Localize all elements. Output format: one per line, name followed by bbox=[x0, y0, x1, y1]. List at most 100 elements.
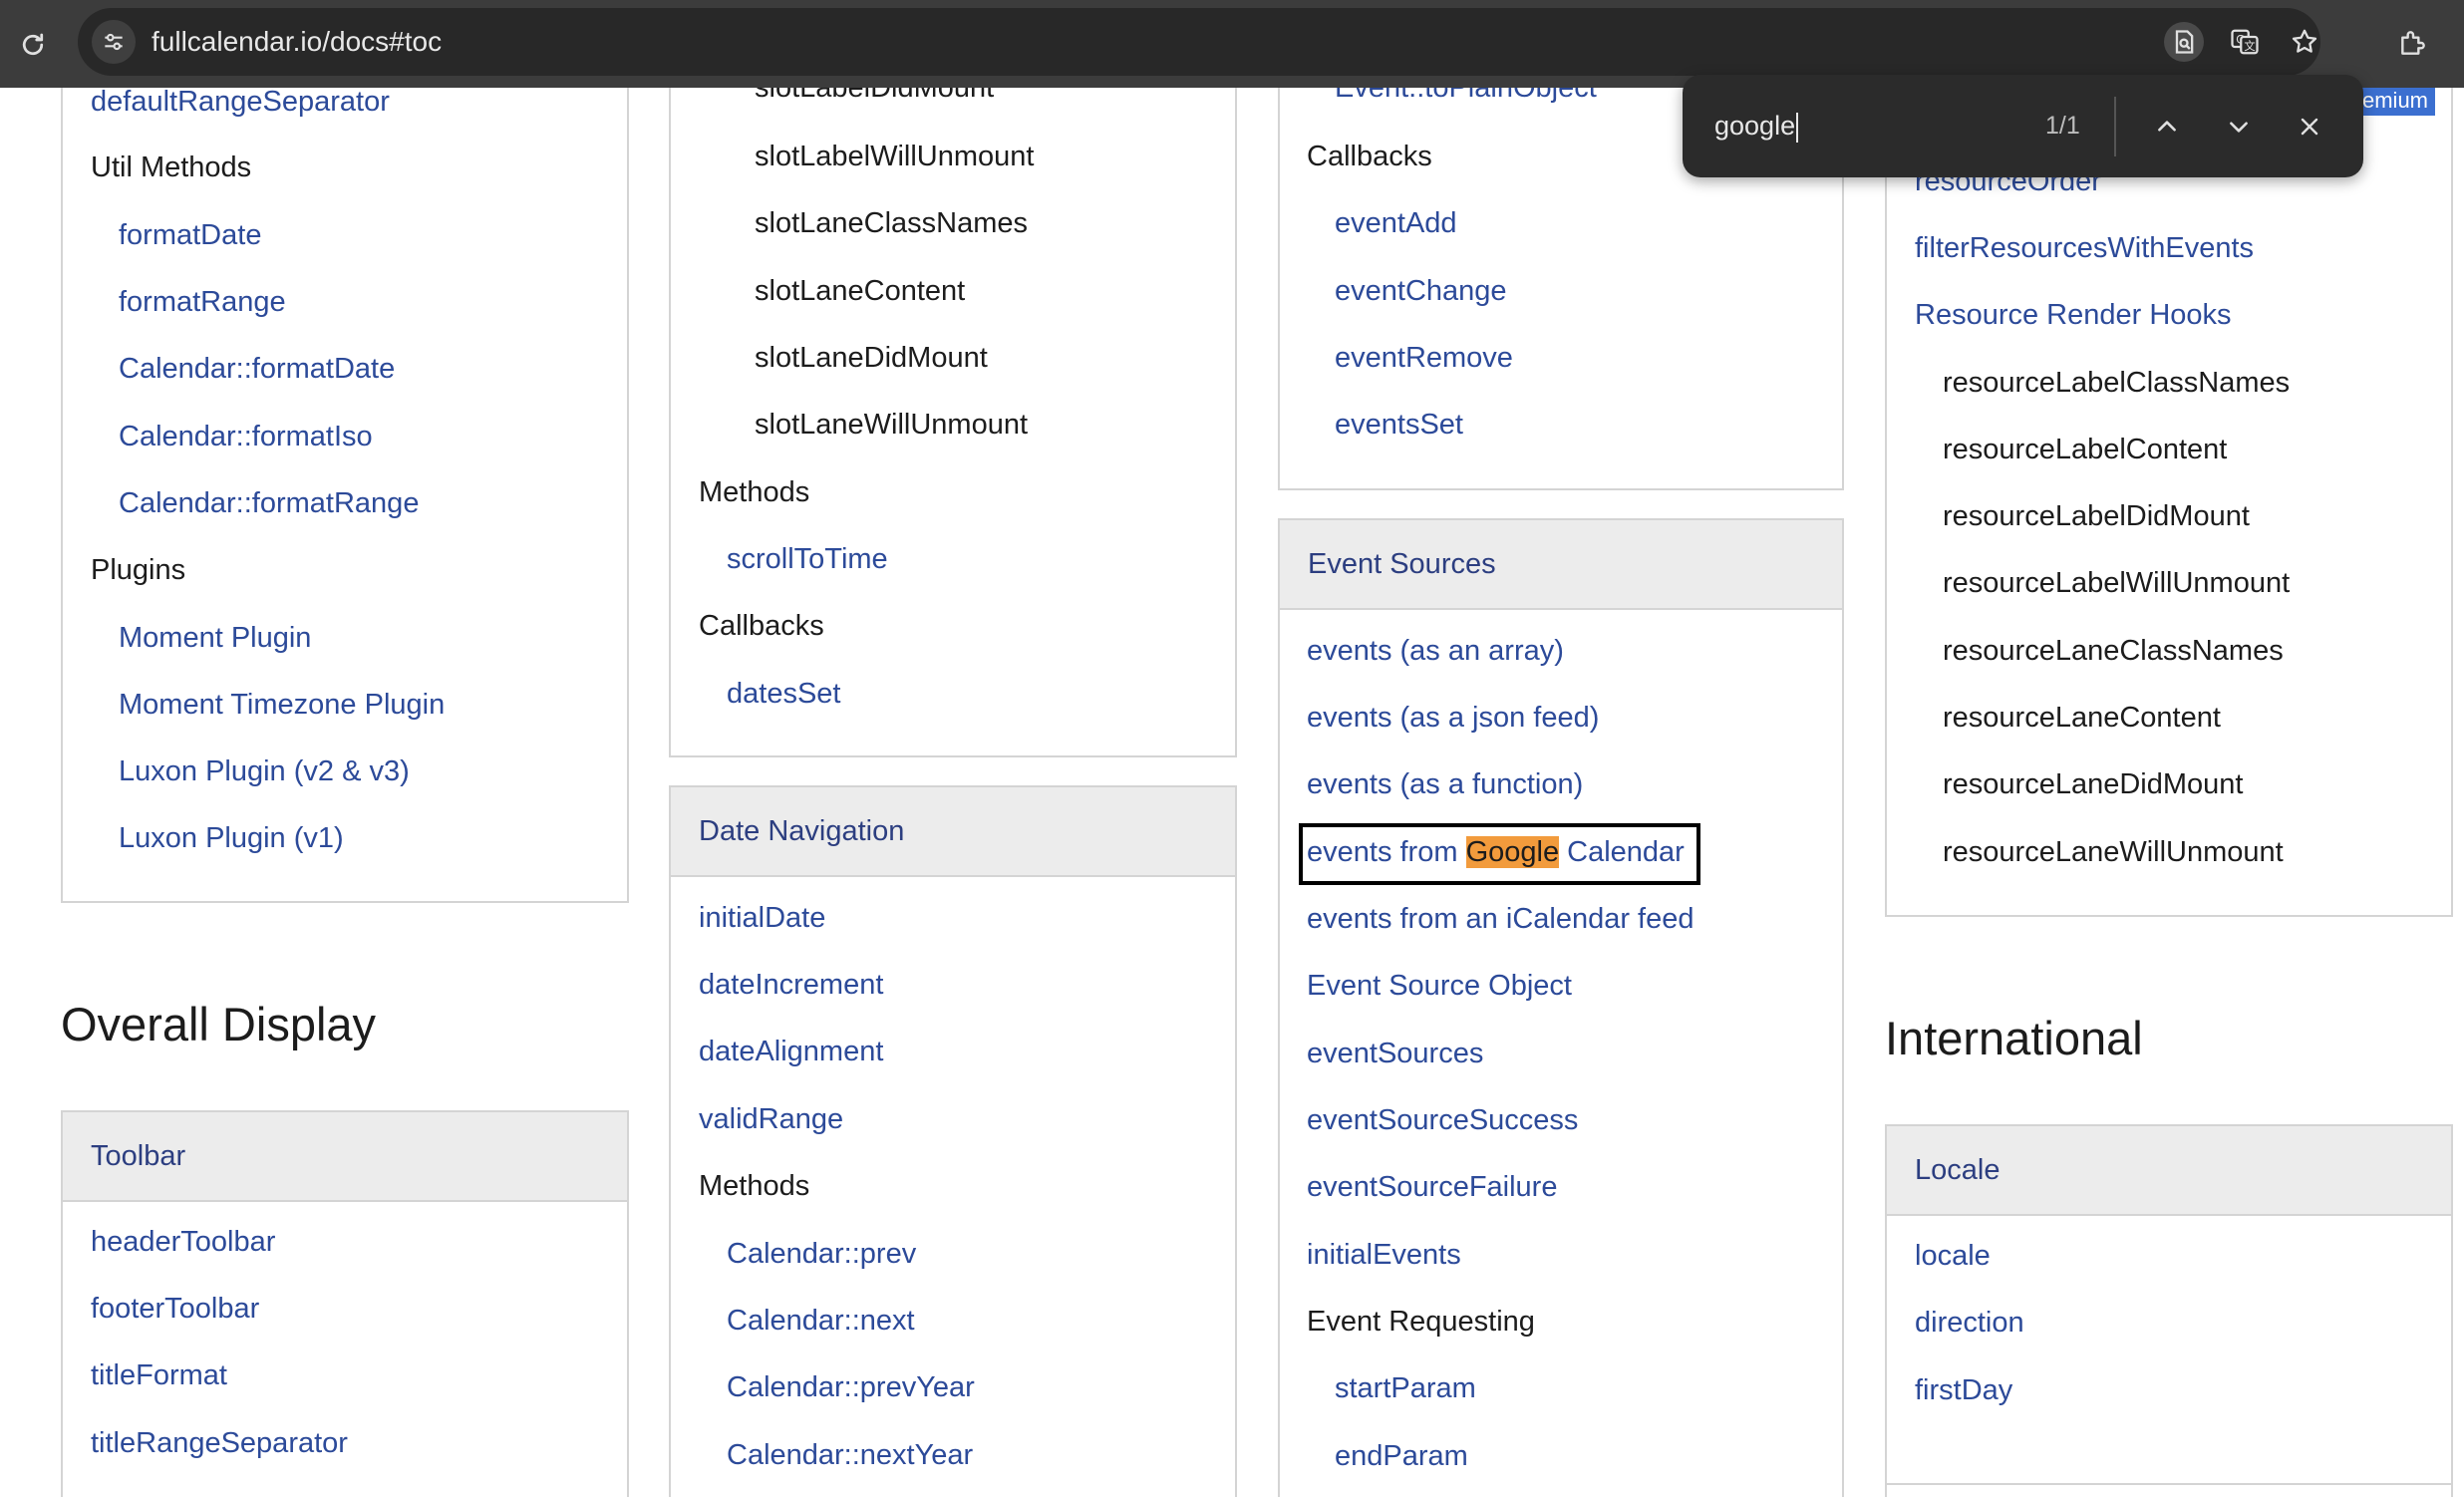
next-card bbox=[1885, 1483, 2453, 1497]
toc-link[interactable]: locale bbox=[1915, 1236, 1991, 1276]
card-header: Event Sources bbox=[1280, 520, 1842, 610]
toc-link[interactable]: headerToolbar bbox=[91, 1222, 275, 1262]
toc-link[interactable]: resourceLaneWillUnmount bbox=[1943, 832, 2284, 872]
card-title[interactable]: Event Sources bbox=[1308, 520, 1496, 608]
toc-link[interactable]: eventsSet bbox=[1335, 405, 1463, 445]
toc-link[interactable]: resourceLabelWillUnmount bbox=[1943, 563, 2290, 603]
toc-link[interactable]: formatDate bbox=[119, 215, 261, 255]
tune-icon[interactable] bbox=[92, 20, 136, 64]
toc-category: Callbacks bbox=[699, 610, 824, 642]
toc-link[interactable]: direction bbox=[1915, 1303, 2024, 1343]
toc-link[interactable]: initialEvents bbox=[1307, 1235, 1461, 1275]
section-title-overall-display: Overall Display bbox=[61, 998, 377, 1050]
toc-link[interactable]: Event::toPlainObject bbox=[1335, 88, 1597, 108]
toc-link[interactable]: eventSources bbox=[1307, 1034, 1483, 1073]
toc-link[interactable]: events (as a json feed) bbox=[1307, 698, 1599, 738]
card-title[interactable]: Date Navigation bbox=[699, 787, 904, 875]
toc-category: Methods bbox=[699, 476, 810, 508]
address-bar[interactable]: fullcalendar.io/docs#toc G文 bbox=[78, 8, 2320, 76]
toc-link[interactable]: Luxon Plugin (v1) bbox=[119, 818, 344, 858]
toc-link[interactable]: Event Source Object bbox=[1307, 966, 1572, 1006]
divider bbox=[2114, 97, 2116, 156]
toc-category: Event Requesting bbox=[1307, 1306, 1535, 1338]
translate-icon[interactable]: G文 bbox=[2225, 22, 2265, 62]
find-input[interactable]: google bbox=[1714, 75, 1799, 177]
toc-link[interactable]: Calendar::nextYear bbox=[727, 1435, 973, 1475]
toc-link[interactable]: Luxon Plugin (v2 & v3) bbox=[119, 751, 410, 791]
card-header: Toolbar bbox=[63, 1112, 627, 1202]
find-highlight: Google bbox=[1465, 836, 1560, 868]
toc-category: Callbacks bbox=[1307, 141, 1432, 172]
toc-link[interactable]: Calendar::formatRange bbox=[119, 483, 419, 523]
find-match-count: 1/1 bbox=[2045, 112, 2080, 140]
toc-link[interactable]: resourceLaneContent bbox=[1943, 698, 2221, 738]
toc-link[interactable]: validRange bbox=[699, 1099, 843, 1139]
toc-link[interactable]: scrollToTime bbox=[727, 539, 888, 579]
toc-link[interactable]: resourceLabelContent bbox=[1943, 430, 2227, 469]
toc-link[interactable]: datesSet bbox=[727, 674, 840, 714]
toc-link[interactable]: endParam bbox=[1335, 1436, 1468, 1476]
toc-link[interactable]: eventSourceSuccess bbox=[1307, 1100, 1578, 1140]
docs-content: defaultRangeSeparator Util Methods forma… bbox=[0, 88, 2464, 1497]
toc-category: Plugins bbox=[91, 554, 186, 586]
url-text[interactable]: fullcalendar.io/docs#toc bbox=[152, 8, 442, 76]
section-title-international: International bbox=[1885, 1012, 2143, 1064]
toc-link[interactable]: titleFormat bbox=[91, 1355, 227, 1395]
toc-link[interactable]: titleRangeSeparator bbox=[91, 1423, 348, 1463]
toc-link[interactable]: resourceLaneDidMount bbox=[1943, 764, 2243, 804]
toc-link[interactable]: Moment Plugin bbox=[119, 618, 311, 658]
toc-link[interactable]: slotLaneContent bbox=[755, 271, 965, 311]
toc-link[interactable]: dateAlignment bbox=[699, 1032, 883, 1071]
toc-link[interactable]: slotLaneClassNames bbox=[755, 203, 1028, 243]
toc-link[interactable]: eventAdd bbox=[1335, 203, 1457, 243]
toc-link[interactable]: initialDate bbox=[699, 898, 825, 938]
card-header: Locale bbox=[1887, 1126, 2451, 1216]
toc-link[interactable]: filterResourcesWithEvents bbox=[1915, 228, 2254, 268]
toc-link[interactable]: events (as a function) bbox=[1307, 764, 1583, 804]
toc-link[interactable]: slotLaneDidMount bbox=[755, 338, 988, 378]
toc-link[interactable]: events from an iCalendar feed bbox=[1307, 899, 1694, 939]
chevron-down-icon[interactable] bbox=[2217, 105, 2261, 149]
toc-link[interactable]: Calendar::prev bbox=[727, 1234, 916, 1274]
toc-category: Util Methods bbox=[91, 151, 252, 183]
find-bar: google 1/1 bbox=[1683, 75, 2363, 177]
toc-link[interactable]: firstDay bbox=[1915, 1370, 2012, 1410]
card-title[interactable]: Locale bbox=[1915, 1126, 2000, 1214]
toc-link[interactable]: slotLaneWillUnmount bbox=[755, 405, 1028, 445]
toc-link[interactable]: footerToolbar bbox=[91, 1289, 259, 1329]
toc-category: Methods bbox=[699, 1170, 810, 1202]
toc-link[interactable]: startParam bbox=[1335, 1368, 1476, 1408]
toc-link[interactable]: Calendar::next bbox=[727, 1301, 915, 1341]
toc-link[interactable]: resourceLaneClassNames bbox=[1943, 631, 2284, 671]
find-query: google bbox=[1714, 111, 1796, 141]
toc-link[interactable]: Calendar::formatIso bbox=[119, 417, 373, 456]
close-icon[interactable] bbox=[2288, 105, 2331, 149]
toc-link[interactable]: Calendar::prevYear bbox=[727, 1367, 975, 1407]
toc-link[interactable]: eventRemove bbox=[1335, 338, 1513, 378]
star-icon[interactable] bbox=[2285, 22, 2324, 62]
find-in-page-icon[interactable] bbox=[2164, 22, 2204, 62]
toc-link[interactable]: slotLabelWillUnmount bbox=[755, 137, 1034, 176]
link-text: events from bbox=[1307, 836, 1466, 868]
chevron-up-icon[interactable] bbox=[2145, 105, 2189, 149]
toc-link[interactable]: eventSourceFailure bbox=[1307, 1167, 1557, 1207]
toc-link[interactable]: eventChange bbox=[1335, 271, 1507, 311]
toc-link[interactable]: defaultRangeSeparator bbox=[91, 88, 390, 122]
card-header: Date Navigation bbox=[671, 787, 1235, 877]
toc-link-google-calendar[interactable]: events from Google Calendar bbox=[1307, 832, 1685, 872]
toc-link[interactable]: Calendar::formatDate bbox=[119, 349, 395, 389]
toc-link[interactable]: resourceLabelDidMount bbox=[1943, 496, 2250, 536]
text-caret bbox=[1796, 112, 1799, 143]
toc-link[interactable]: slotLabelDidMount bbox=[755, 88, 994, 108]
toc-link[interactable]: formatRange bbox=[119, 282, 286, 322]
link-text: Calendar bbox=[1559, 836, 1685, 868]
toc-link[interactable]: dateIncrement bbox=[699, 965, 883, 1005]
toc-link[interactable]: events (as an array) bbox=[1307, 631, 1564, 671]
card-title[interactable]: Toolbar bbox=[91, 1112, 185, 1200]
extensions-icon[interactable] bbox=[2390, 20, 2436, 66]
svg-text:文: 文 bbox=[2244, 39, 2255, 53]
toc-link[interactable]: resourceLabelClassNames bbox=[1943, 363, 2290, 403]
toc-link[interactable]: Moment Timezone Plugin bbox=[119, 685, 445, 725]
reload-icon[interactable] bbox=[8, 20, 58, 70]
toc-link[interactable]: Resource Render Hooks bbox=[1915, 295, 2232, 335]
